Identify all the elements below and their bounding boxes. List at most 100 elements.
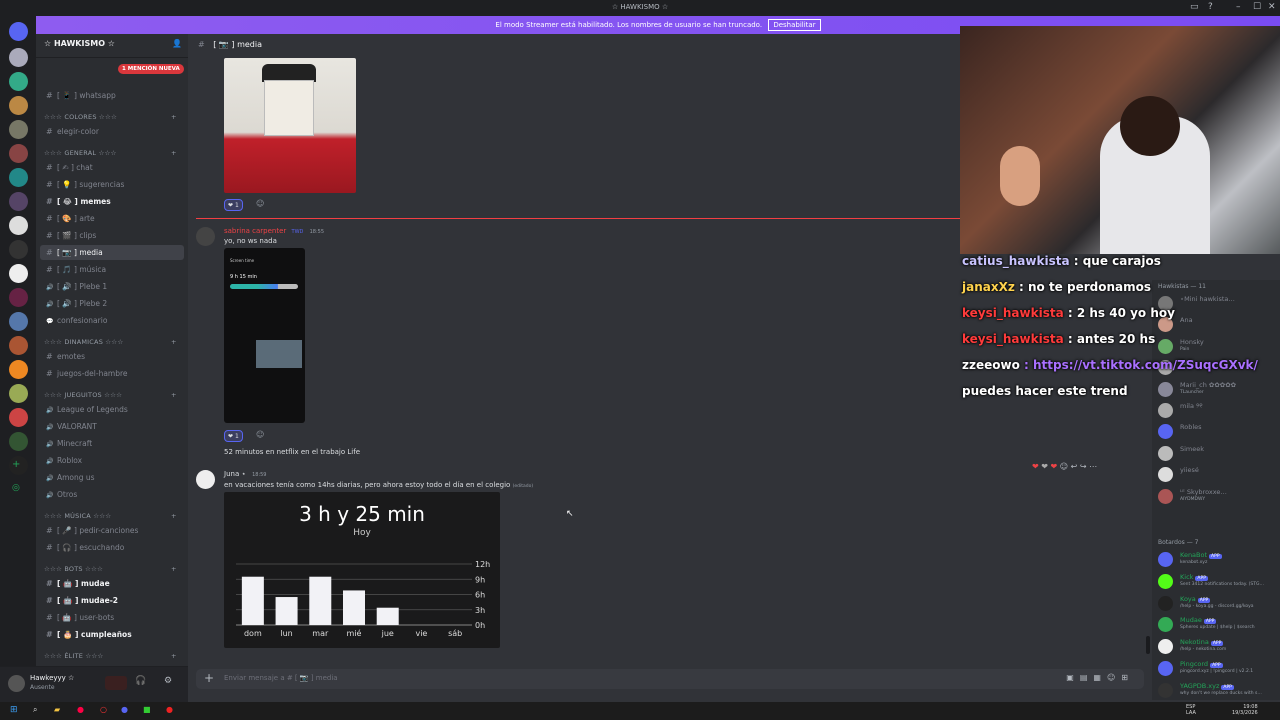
minimize-button[interactable]: – — [1236, 2, 1241, 12]
opera-icon[interactable]: ○ — [100, 705, 107, 714]
gift-icon[interactable]: ▣ — [1066, 673, 1080, 682]
settings-icon[interactable]: ⚙ — [164, 676, 172, 686]
clock[interactable]: 19:08 19/3/2026 — [1232, 704, 1258, 716]
upload-plus-icon[interactable]: + — [204, 671, 214, 685]
reply-icon[interactable]: ↩ — [1071, 462, 1078, 471]
maximize-button[interactable]: ☐ — [1253, 2, 1261, 12]
server-icon[interactable] — [9, 288, 28, 307]
gif-icon[interactable]: ▤ — [1080, 673, 1094, 682]
windows-start-icon[interactable]: ⊞ — [10, 705, 18, 715]
channel-item[interactable]: # elegir-color — [40, 124, 184, 139]
channel-item[interactable]: 🔊 League of Legends — [40, 402, 184, 417]
reaction-heart[interactable]: ❤ 1 — [224, 199, 243, 211]
channel-category[interactable]: ☆☆☆ JUEGUITOS ☆☆☆ + — [44, 391, 176, 399]
channel-item[interactable]: 🔊 Minecraft — [40, 436, 184, 451]
sticker-icon[interactable]: ▦ — [1093, 673, 1107, 682]
close-button[interactable]: ✕ — [1268, 2, 1276, 12]
channel-item[interactable]: # [ 🎵 ] música — [40, 262, 184, 277]
language-indicator[interactable]: ESP LAA — [1186, 704, 1196, 716]
channel-item[interactable]: 🔊 Roblox — [40, 453, 184, 468]
disable-streamer-button[interactable]: Deshabilitar — [768, 19, 821, 31]
add-server-icon[interactable]: + — [12, 459, 20, 470]
explore-icon[interactable]: ◎ — [12, 483, 20, 493]
scrollbar[interactable] — [1146, 636, 1150, 654]
headphones-icon[interactable]: 🎧 — [135, 676, 146, 686]
browser-icon[interactable]: ● — [77, 705, 84, 714]
server-icon[interactable] — [9, 192, 28, 211]
heart-icon[interactable]: ❤ — [1041, 462, 1048, 471]
app-icon[interactable]: ● — [166, 705, 173, 714]
channel-item[interactable]: # [ 🎬 ] clips — [40, 228, 184, 243]
add-channel-icon[interactable]: + — [171, 512, 177, 520]
add-reaction-icon[interactable]: ☺ — [256, 199, 264, 208]
add-channel-icon[interactable]: + — [171, 565, 177, 573]
avatar[interactable] — [196, 227, 215, 246]
mute-button[interactable] — [105, 676, 127, 690]
message-author[interactable]: Juna ⋆ — [224, 470, 246, 478]
server-icon[interactable] — [9, 168, 28, 187]
heart-icon[interactable]: ❤ — [1051, 462, 1058, 471]
add-channel-icon[interactable]: + — [171, 391, 177, 399]
add-channel-icon[interactable]: + — [171, 652, 177, 660]
server-icon[interactable] — [9, 360, 28, 379]
channel-item[interactable]: # [ 🤖 ] mudae-2 — [40, 593, 184, 608]
add-channel-icon[interactable]: + — [171, 338, 177, 346]
channel-category[interactable]: ☆☆☆ ÉLITE ☆☆☆ + — [44, 652, 176, 660]
channel-item[interactable]: 💬 confesionario — [40, 313, 184, 328]
channel-item[interactable]: # emotes — [40, 349, 184, 364]
server-icon[interactable] — [9, 144, 28, 163]
channel-item[interactable]: # [ 📷 ] media — [40, 245, 184, 260]
member-item[interactable]: ᴸᴱ Skybroxxe… AIYDMDWY — [1158, 487, 1278, 507]
bot-item[interactable]: Koya APP/help - koya.gg - discord.gg/koya — [1158, 594, 1278, 614]
channel-item[interactable]: 🔊 VALORANT — [40, 419, 184, 434]
help-icon[interactable]: ? — [1208, 2, 1213, 12]
channel-item[interactable]: # [ 📱 ] whatsapp — [40, 88, 184, 103]
channel-item[interactable]: # juegos-del-hambre — [40, 366, 184, 381]
channel-item[interactable]: 🔊[ 🔊 ] Plebe 1 — [40, 279, 184, 294]
server-icon[interactable] — [9, 384, 28, 403]
channel-category[interactable]: ☆☆☆ GENERAL ☆☆☆ + — [44, 149, 176, 157]
add-member-icon[interactable]: 👤 — [172, 39, 182, 48]
channel-item[interactable]: # [ 🤖 ] user-bots — [40, 610, 184, 625]
bot-item[interactable]: YAGPDB.xyz APP why don't we replace ducks … — [1158, 681, 1278, 700]
channel-item[interactable]: # [ ✍ ] chat — [40, 160, 184, 175]
channel-category[interactable]: ☆☆☆ DINAMICAS ☆☆☆ + — [44, 338, 176, 346]
server-icon[interactable] — [9, 264, 28, 283]
channel-item[interactable]: # [ 🎨 ] arte — [40, 211, 184, 226]
server-icon[interactable] — [9, 408, 28, 427]
server-icon[interactable] — [9, 336, 28, 355]
bot-item[interactable]: Nekotina APP/help - nekotina.com — [1158, 637, 1278, 657]
channel-item[interactable]: # [ 🤖 ] mudae — [40, 576, 184, 591]
image-attachment[interactable] — [224, 58, 356, 193]
phone-screenshot[interactable]: Screen time 9 h 15 min — [224, 248, 305, 423]
channel-item[interactable]: # [ 💡 ] sugerencias — [40, 177, 184, 192]
bot-item[interactable]: KenaBot APP kenabot.xyz — [1158, 550, 1278, 570]
add-channel-icon[interactable]: + — [171, 149, 177, 157]
message-input[interactable]: + Enviar mensaje a # [ 📷 ] media ▣▤▦☺⊞ — [196, 669, 1144, 689]
channel-category[interactable]: ☆☆☆ COLORES ☆☆☆ + — [44, 113, 176, 121]
home-icon[interactable] — [9, 22, 28, 41]
more-icon[interactable]: ⋯ — [1089, 462, 1097, 471]
folder-icon[interactable]: ▰ — [54, 705, 60, 714]
new-mention-badge[interactable]: 1 MENCIÓN NUEVA — [118, 64, 184, 74]
server-icon[interactable] — [9, 120, 28, 139]
server-header[interactable]: ☆ HAWKISMO ☆ 👤 — [36, 34, 188, 58]
heart-icon[interactable]: ❤ — [1032, 462, 1039, 471]
screen-time-image[interactable]: 3 h y 25 min Hoy 12h 9h 6h 3h 0h dom lun mar mié… — [224, 492, 500, 648]
server-icon[interactable] — [9, 48, 28, 67]
add-reaction-icon[interactable]: ☺ — [1060, 462, 1068, 471]
app-icon[interactable]: ■ — [143, 705, 151, 714]
apps-icon[interactable]: ⊞ — [1121, 673, 1134, 682]
channel-item[interactable]: # [ 🎤 ] pedir-canciones — [40, 523, 184, 538]
avatar[interactable] — [8, 675, 25, 692]
reaction-heart[interactable]: ❤ 1 — [224, 430, 243, 442]
emoji-icon[interactable]: ☺ — [1107, 673, 1121, 682]
server-icon[interactable] — [9, 240, 28, 259]
member-item[interactable]: mila ୨୧ — [1158, 401, 1278, 421]
channel-item[interactable]: 🔊 Otros — [40, 487, 184, 502]
channel-item[interactable]: # [ 🎂 ] cumpleaños — [40, 627, 184, 642]
message-author[interactable]: sabrina carpenter — [224, 227, 286, 235]
bot-item[interactable]: Pingcord APP pingcord.xyz | !pingcord | v2… — [1158, 659, 1278, 679]
inbox-icon[interactable]: ▭ — [1190, 2, 1199, 12]
discord-icon[interactable]: ● — [121, 705, 128, 714]
